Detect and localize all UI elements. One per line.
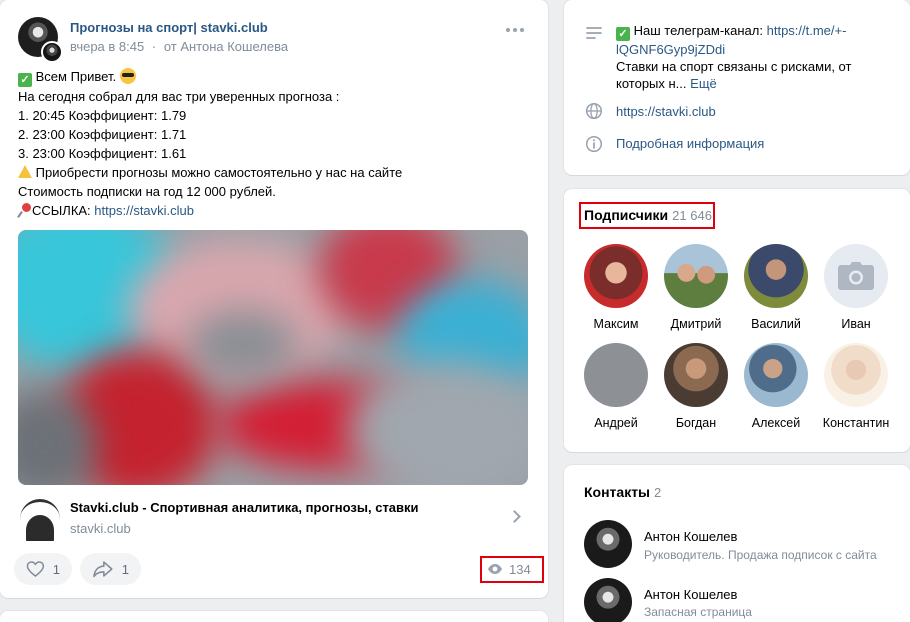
contacts-count: 2 (654, 485, 662, 500)
details-link[interactable]: Подробная информация (616, 136, 764, 151)
check-mark-icon: ✓ (18, 73, 32, 87)
contact-avatar[interactable] (584, 578, 632, 622)
telegram-line: ✓ Наш телеграм-канал: https://t.me/+- (616, 22, 891, 41)
views-highlight-box (480, 556, 544, 583)
sunglasses-emoji-icon (119, 68, 136, 84)
subscriber-name: Константин (822, 416, 890, 430)
subscriber-avatar (744, 244, 808, 308)
post-meta: вчера в 8:45 · от Антона Кошелева (70, 39, 288, 54)
subscriber-avatar (664, 244, 728, 308)
subscriber-avatar (664, 343, 728, 407)
subscriber-name: Василий (751, 317, 801, 331)
subscriber-name: Алексей (751, 416, 801, 430)
subscriber-item[interactable]: Иван (816, 244, 896, 331)
show-more-link[interactable]: Ещё (690, 76, 717, 91)
subscriber-name: Максим (593, 317, 639, 331)
subscriber-item[interactable]: Василий (736, 244, 816, 331)
subscriber-avatar (584, 343, 648, 407)
contact-role: Руководитель. Продажа подписок с сайта (644, 548, 877, 562)
subscriber-name: Иван (841, 317, 871, 331)
share-count: 1 (121, 561, 129, 577)
camera-icon (838, 262, 874, 290)
post-link[interactable]: https://stavki.club (94, 203, 194, 218)
next-post-card (0, 611, 548, 622)
share-button[interactable]: 1 (80, 553, 141, 585)
post-line: 3. 23:00 Коэффициент: 1.61 (18, 146, 187, 161)
attachment-title[interactable]: Stavki.club - Спортивная аналитика, прог… (70, 500, 419, 515)
pushpin-icon (18, 203, 32, 217)
community-description: ✓ Наш телеграм-канал: https://t.me/+- lQ… (616, 22, 891, 92)
subscriber-name: Андрей (594, 416, 638, 430)
warning-icon (18, 165, 32, 178)
post-image[interactable] (18, 230, 528, 485)
post-line-warning: Приобрести прогнозы можно самостоятельно… (18, 163, 528, 182)
community-avatar[interactable] (18, 17, 63, 63)
post-text: ✓ Всем Привет. На сегодня собрал для вас… (18, 67, 528, 220)
contacts-header[interactable]: Контакты 2 (584, 484, 661, 500)
telegram-link-continued[interactable]: lQGNF6Gyp9jZDdi (616, 41, 891, 58)
post-time[interactable]: вчера в 8:45 (70, 39, 144, 54)
risk-text-cont: которых н... (616, 76, 687, 91)
post-line: На сегодня собрал для вас три уверенных … (18, 89, 340, 104)
link-prefix: ССЫЛКА: (32, 203, 95, 218)
subscriber-avatar (744, 343, 808, 407)
contact-name[interactable]: Антон Кошелев (644, 529, 737, 544)
heart-icon (26, 561, 45, 577)
post-line: 1. 20:45 Коэффициент: 1.79 (18, 108, 187, 123)
subscriber-item[interactable]: Андрей (576, 343, 656, 430)
post-line-link: ССЫЛКА: https://stavki.club (18, 201, 528, 220)
post-line: 2. 23:00 Коэффициент: 1.71 (18, 127, 187, 142)
share-arrow-icon (93, 561, 113, 578)
subscriber-name: Дмитрий (670, 317, 722, 331)
contact-avatar[interactable] (584, 520, 632, 568)
post-line: Стоимость подписки на год 12 000 рублей. (18, 184, 276, 199)
subscriber-avatar (824, 244, 888, 308)
subscriber-item[interactable]: Максим (576, 244, 656, 331)
subscriber-item[interactable]: Богдан (656, 343, 736, 430)
warning-text: Приобрести прогнозы можно самостоятельно… (35, 165, 403, 180)
risk-text: Ставки на спорт связаны с рисками, от (616, 59, 852, 74)
like-count: 1 (52, 561, 60, 577)
info-circle-icon (585, 135, 603, 153)
subscribers-highlight-box (579, 202, 715, 229)
author-avatar-mini[interactable] (41, 41, 63, 63)
post-author[interactable]: Прогнозы на спорт| stavki.club (70, 20, 268, 35)
post-line-greeting: ✓ Всем Привет. (18, 67, 528, 87)
more-dots-icon[interactable] (506, 28, 526, 36)
subscriber-name: Богдан (675, 416, 717, 430)
attachment-domain: stavki.club (70, 521, 131, 536)
greeting-text: Всем Привет. (35, 69, 117, 84)
site-link[interactable]: https://stavki.club (616, 104, 716, 119)
risk-text-more: которых н... Ещё (616, 75, 891, 92)
post-from[interactable]: от Антона Кошелева (164, 39, 288, 54)
contacts-title: Контакты (584, 484, 651, 500)
subscriber-item[interactable]: Дмитрий (656, 244, 736, 331)
check-mark-icon: ✓ (616, 27, 630, 41)
subscriber-item[interactable]: Алексей (736, 343, 816, 430)
telegram-prefix: Наш телеграм-канал: (633, 23, 767, 38)
text-lines-icon (586, 27, 602, 39)
subscriber-avatar (584, 244, 648, 308)
meta-separator: · (151, 39, 157, 54)
like-button[interactable]: 1 (14, 553, 72, 585)
link-thumbnail[interactable] (18, 497, 62, 541)
contact-name[interactable]: Антон Кошелев (644, 587, 737, 602)
globe-icon (585, 102, 603, 120)
telegram-link[interactable]: https://t.me/+- (767, 23, 847, 38)
subscriber-item[interactable]: Константин (816, 343, 896, 430)
subscriber-avatar (824, 343, 888, 407)
contact-role: Запасная страница (644, 605, 752, 619)
